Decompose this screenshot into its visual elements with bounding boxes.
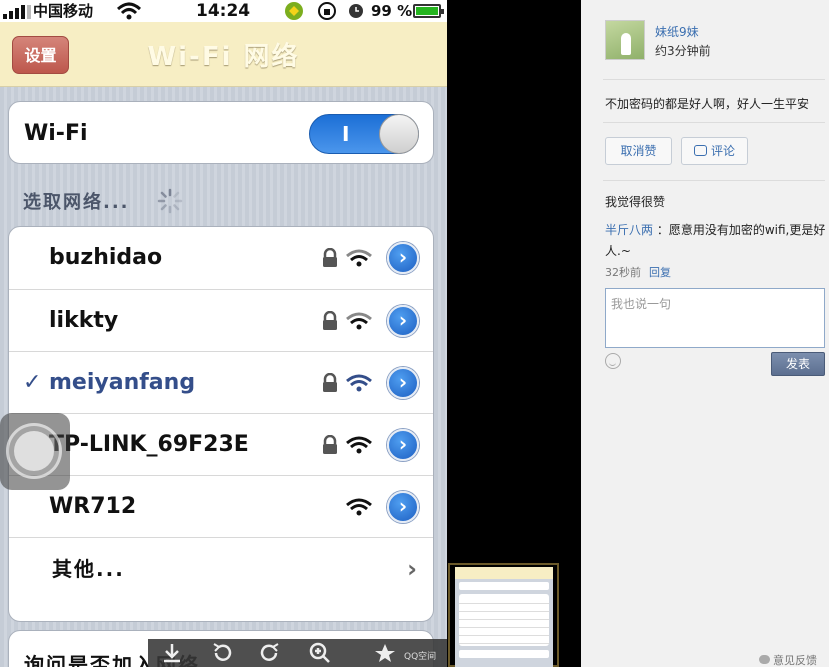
network-name: buzhidao (49, 245, 163, 270)
post-caption: 不加密码的都是好人啊，好人一生平安 (605, 97, 810, 111)
emoji-icon[interactable] (605, 353, 621, 369)
battery-percent: 99 % (371, 2, 413, 20)
network-row-buzhidao[interactable]: buzhidao › (9, 227, 433, 289)
comment-author-link[interactable]: 半斤八两 (605, 223, 653, 237)
comment-time: 32秒前 (605, 266, 641, 279)
lock-icon (321, 434, 339, 459)
likes-text: 我觉得很赞 (605, 195, 666, 209)
status-time: 14:24 (196, 1, 251, 21)
wifi-toggle-switch[interactable]: I (309, 114, 419, 154)
divider (603, 79, 825, 80)
battery-icon (413, 4, 444, 18)
wifi-settings-screenshot: 中国移动 14:24 99 % 设置 Wi-Fi 网络 Wi-Fi I 选取网络… (0, 0, 447, 667)
network-name: TP-LINK_69F23E (49, 432, 249, 457)
rotate-right-icon[interactable] (258, 641, 282, 665)
comment-button-label: 评论 (710, 144, 735, 158)
comment-meta: 32秒前 回复 (605, 264, 671, 280)
wifi-signal-icon (345, 497, 373, 521)
network-list: buzhidao › likkty › ✓ meiyanfang › TP-LI… (8, 226, 434, 622)
feedback-label: 意见反馈 (773, 654, 817, 667)
wifi-signal-icon (345, 311, 373, 335)
comment-item: 半斤八两 ：愿意用没有加密的wifi,更是好人.~ (605, 220, 827, 262)
lock-icon (321, 310, 339, 335)
post-comment-button[interactable]: 发表 (771, 352, 825, 376)
post-author-link[interactable]: 妹纸9妹 (655, 23, 699, 40)
wifi-signal-icon (345, 248, 373, 272)
network-row-likkty[interactable]: likkty › (9, 289, 433, 351)
chevron-right-icon: › (407, 555, 417, 583)
loading-spinner-icon (157, 188, 183, 220)
feedback-icon (759, 655, 770, 664)
assistive-touch-button[interactable] (0, 413, 70, 490)
detail-disclosure-button[interactable]: › (387, 305, 419, 337)
comment-button[interactable]: 评论 (681, 137, 748, 165)
divider (603, 122, 825, 123)
wifi-toggle-row: Wi-Fi I (8, 101, 434, 164)
signal-bars-icon (2, 0, 32, 22)
rotation-lock-icon (316, 0, 338, 22)
navigation-bar: 设置 Wi-Fi 网络 (0, 22, 447, 87)
detail-disclosure-button[interactable]: › (387, 429, 419, 461)
thumbnail-preview (455, 567, 553, 667)
download-icon[interactable] (160, 641, 184, 665)
unlike-button[interactable]: 取消赞 (605, 137, 672, 165)
image-thumbnail[interactable] (448, 563, 559, 667)
comment-input[interactable]: 我也说一句 (605, 288, 825, 348)
detail-disclosure-button[interactable]: › (387, 242, 419, 274)
rotate-left-icon[interactable] (210, 641, 234, 665)
network-name: likkty (49, 308, 119, 333)
toggle-on-label: I (342, 122, 350, 146)
lock-icon (321, 372, 339, 397)
lock-icon (321, 247, 339, 272)
network-row-other[interactable]: 其他... › (9, 537, 433, 599)
feedback-link[interactable]: 意见反馈 (759, 652, 817, 667)
share-icon[interactable] (373, 641, 397, 665)
status-bar: 中国移动 14:24 99 % (0, 0, 447, 22)
network-name: meiyanfang (49, 370, 196, 395)
qzone-label: QQ空间 (404, 652, 437, 662)
toggle-knob[interactable] (379, 114, 419, 154)
other-network-label: 其他... (52, 557, 125, 581)
checkmark-icon: ✓ (23, 370, 42, 395)
reply-link[interactable]: 回复 (649, 266, 671, 279)
app-badge-icon (283, 0, 305, 22)
wifi-label: Wi-Fi (24, 121, 88, 146)
network-row-wr712[interactable]: WR712 › (9, 475, 433, 537)
wifi-icon (116, 0, 142, 22)
image-viewer-toolbar: QQ空间 (148, 639, 447, 667)
carrier-name: 中国移动 (33, 2, 94, 20)
wifi-signal-icon (345, 373, 373, 397)
comment-icon (693, 145, 707, 156)
detail-disclosure-button[interactable]: › (387, 491, 419, 523)
network-row-tp-link[interactable]: TP-LINK_69F23E › (9, 413, 433, 475)
avatar[interactable] (605, 20, 645, 60)
screen: 中国移动 14:24 99 % 设置 Wi-Fi 网络 Wi-Fi I 选取网络… (0, 0, 829, 667)
assistive-dot-icon (14, 431, 54, 471)
zoom-icon[interactable] (308, 641, 332, 665)
comment-separator: ： (653, 223, 669, 237)
post-side-panel: 妹纸9妹 约3分钟前 不加密码的都是好人啊，好人一生平安 取消赞 评论 我觉得很… (581, 0, 829, 667)
network-row-meiyanfang[interactable]: ✓ meiyanfang › (9, 351, 433, 413)
choose-network-label: 选取网络... (23, 192, 130, 213)
wifi-signal-icon (345, 435, 373, 459)
post-time: 约3分钟前 (655, 44, 711, 58)
page-title: Wi-Fi 网络 (147, 42, 300, 72)
divider (603, 180, 825, 181)
alarm-icon (346, 0, 366, 22)
detail-disclosure-button[interactable]: › (387, 367, 419, 399)
